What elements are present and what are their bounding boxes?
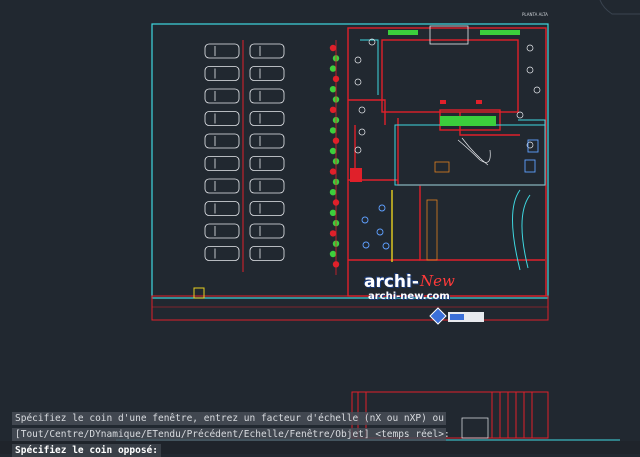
command-history-line-2: [Tout/Centre/DYnamique/ETendu/Précédent/… xyxy=(12,428,450,441)
parking-car xyxy=(249,111,285,126)
watermark-logo: archi- New archi-new.com xyxy=(364,272,460,306)
tables xyxy=(361,139,539,250)
tree xyxy=(329,230,337,237)
parking-cars xyxy=(204,43,285,261)
parking-car xyxy=(204,133,240,149)
parking-car xyxy=(249,178,285,194)
parking-car xyxy=(249,66,285,81)
parking-car xyxy=(249,201,285,216)
tree-column xyxy=(329,44,340,268)
lower-white-block xyxy=(461,417,489,439)
logo-accent-text: New xyxy=(420,272,455,290)
parking-car xyxy=(204,178,240,194)
parking-car xyxy=(249,156,285,171)
command-history-line-1: Spécifiez le coin d'une fenêtre, entrez … xyxy=(12,412,446,425)
tree xyxy=(329,106,337,114)
parking-car xyxy=(204,111,240,126)
tree xyxy=(329,250,337,258)
interior-walls xyxy=(360,39,546,271)
command-prompt[interactable]: Spécifiez le coin opposé: xyxy=(12,444,161,457)
tree xyxy=(329,65,337,72)
parking-car xyxy=(249,88,285,104)
logo-emblem xyxy=(429,307,484,325)
parking-car xyxy=(249,246,285,261)
tree xyxy=(329,147,337,155)
tree xyxy=(329,86,337,93)
logo-url: archi-new.com xyxy=(368,291,450,302)
parking-car xyxy=(204,88,240,104)
tree xyxy=(329,168,337,175)
parking-car xyxy=(204,43,240,59)
parking-car xyxy=(249,133,285,149)
viewport-arc xyxy=(599,0,640,15)
tree xyxy=(329,127,337,134)
tree xyxy=(329,189,337,196)
parking-car xyxy=(204,246,240,261)
parking-car xyxy=(204,66,240,81)
parking-car xyxy=(249,223,285,239)
outer-red-boundary xyxy=(151,295,549,321)
drawing-canvas[interactable] xyxy=(0,0,640,454)
parking-car xyxy=(204,156,240,171)
furniture xyxy=(354,38,541,166)
parking-car xyxy=(249,43,285,59)
tree xyxy=(329,44,337,52)
logo-main-text: archi- xyxy=(364,272,419,292)
tree xyxy=(329,209,337,216)
parking-car xyxy=(204,201,240,216)
parking-car xyxy=(204,223,240,239)
plan-label: PLANTA ALTA xyxy=(522,12,548,17)
